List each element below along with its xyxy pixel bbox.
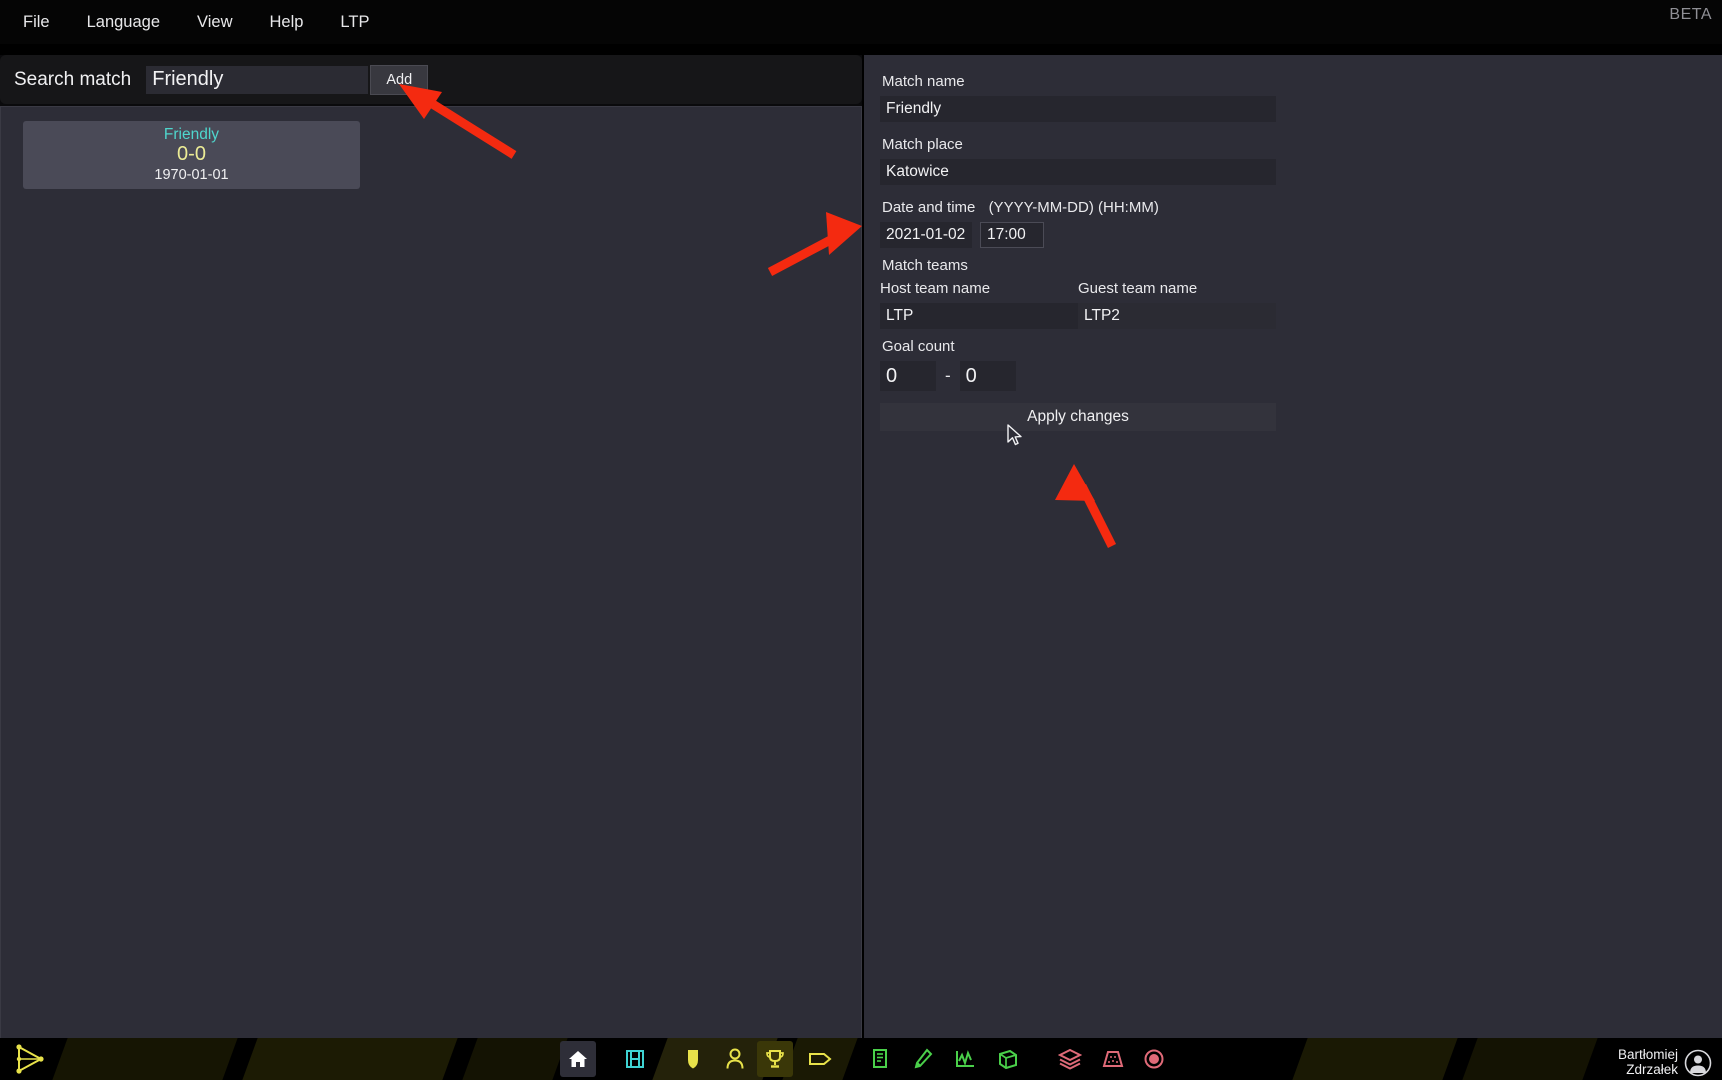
date-time-format-hint: (YYYY-MM-DD) (HH:MM) (989, 199, 1159, 216)
pen-icon[interactable] (905, 1041, 941, 1077)
match-card-name: Friendly (164, 126, 219, 144)
date-time-label-text: Date and time (882, 199, 975, 216)
trophy-icon[interactable] (757, 1041, 793, 1077)
menu-help[interactable]: Help (259, 9, 313, 36)
time-input[interactable] (980, 222, 1044, 248)
video-icon[interactable] (617, 1041, 653, 1077)
guest-team-label: Guest team name (1078, 280, 1197, 297)
date-time-row (880, 222, 1280, 248)
menu-view[interactable]: View (187, 9, 242, 36)
host-goals-input[interactable] (880, 361, 936, 391)
taskbar: Bartłomiej Zdrzałek (0, 1038, 1722, 1080)
menu-language[interactable]: Language (77, 9, 170, 36)
match-card-date: 1970-01-01 (154, 166, 228, 184)
apply-changes-button[interactable]: Apply changes (880, 403, 1276, 431)
user-avatar-icon[interactable] (1684, 1049, 1712, 1077)
user-account[interactable]: Bartłomiej Zdrzałek (1618, 1048, 1712, 1078)
match-teams-label: Match teams (882, 257, 1280, 274)
layers-icon[interactable] (1052, 1041, 1088, 1077)
chart-icon[interactable] (947, 1041, 983, 1077)
mouse-pointer (1006, 424, 1024, 448)
menu-file[interactable]: File (13, 9, 60, 36)
pitch-icon[interactable] (1095, 1041, 1131, 1077)
match-card-score: 0-0 (177, 143, 206, 166)
host-team-label: Host team name (880, 280, 1078, 297)
search-input[interactable] (146, 66, 368, 94)
match-browser-panel: Search match Add Friendly 0-0 1970-01-01 (0, 55, 862, 1040)
search-bar: Search match Add (0, 55, 862, 104)
menu-bar: File Language View Help LTP BETA (0, 0, 1722, 44)
match-name-input[interactable] (880, 96, 1276, 122)
goal-separator: - (945, 366, 951, 386)
taskbar-icon-row (0, 1038, 1722, 1080)
match-editor-form: Match name Match place Date and time (YY… (880, 73, 1280, 431)
add-button[interactable]: Add (370, 65, 428, 95)
app-window: File Language View Help LTP BETA Search … (0, 0, 1722, 1080)
player-icon[interactable] (717, 1041, 753, 1077)
flag-icon[interactable] (802, 1041, 838, 1077)
beta-badge: BETA (1669, 6, 1712, 24)
date-input[interactable] (880, 222, 972, 248)
cube-icon[interactable] (990, 1041, 1026, 1077)
goal-count-row: - (880, 361, 1280, 391)
shield-icon[interactable] (675, 1041, 711, 1077)
host-team-input[interactable] (880, 303, 1078, 329)
home-icon[interactable] (560, 1041, 596, 1077)
match-list-item[interactable]: Friendly 0-0 1970-01-01 (23, 121, 360, 189)
team-labels-row: Host team name Guest team name (880, 280, 1280, 297)
match-place-input[interactable] (880, 159, 1276, 185)
notes-icon[interactable] (862, 1041, 898, 1077)
user-name: Bartłomiej Zdrzałek (1618, 1048, 1678, 1078)
match-editor-panel: Match name Match place Date and time (YY… (864, 55, 1722, 1040)
goal-count-label: Goal count (882, 338, 1280, 355)
date-time-label: Date and time (YYYY-MM-DD) (HH:MM) (882, 199, 1280, 216)
user-name-first: Bartłomiej (1618, 1048, 1678, 1063)
guest-goals-input[interactable] (960, 361, 1016, 391)
menu-ltp[interactable]: LTP (330, 9, 379, 36)
match-name-label: Match name (882, 73, 1280, 90)
team-inputs-row (880, 303, 1280, 329)
guest-team-input[interactable] (1078, 303, 1276, 329)
record-icon[interactable] (1136, 1041, 1172, 1077)
user-name-last: Zdrzałek (1618, 1063, 1678, 1078)
search-label: Search match (14, 69, 131, 91)
match-list: Friendly 0-0 1970-01-01 (0, 106, 862, 1040)
match-place-label: Match place (882, 136, 1280, 153)
